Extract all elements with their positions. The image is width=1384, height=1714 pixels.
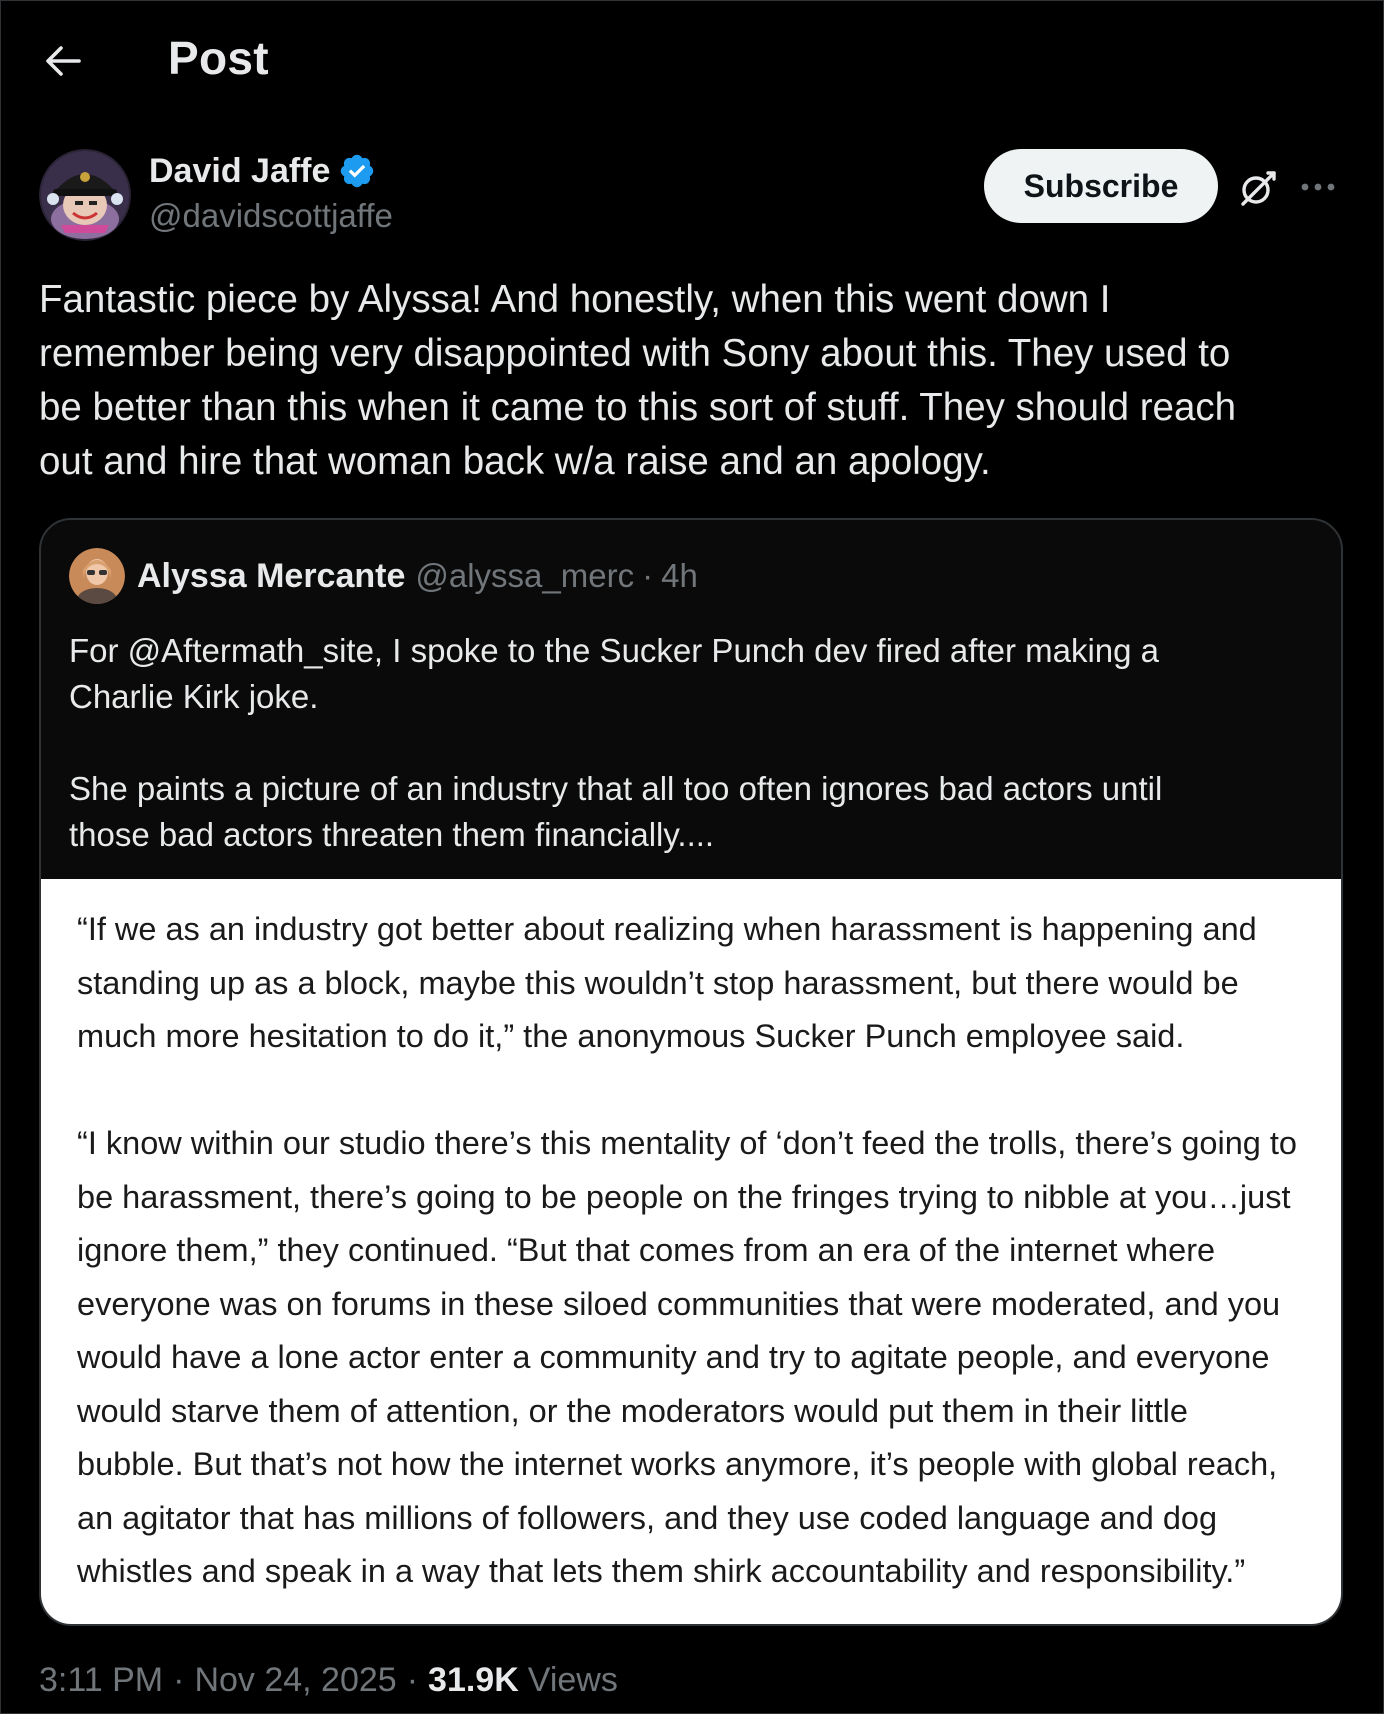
subscribe-button[interactable]: Subscribe [984,149,1218,223]
post-page: Post David Jaffe @davidscottjaffe Subscr… [0,0,1384,1714]
tweet-text: Fantastic piece by Alyssa! And honestly,… [39,278,1237,483]
quoted-separator: · [642,557,654,594]
back-button[interactable] [39,41,87,81]
grok-icon[interactable] [1237,167,1279,209]
author-name[interactable]: David Jaffe [149,152,330,191]
quoted-image-text: “If we as an industry got better about r… [77,911,1298,1589]
quoted-tweet-header: Alyssa Mercante @alyssa_merc · 4h [69,548,698,604]
quoted-tweet[interactable]: Alyssa Mercante @alyssa_merc · 4h For @A… [39,518,1343,1626]
post-meta: 3:11 PM · Nov 24, 2025 · 31.9K Views [39,1661,618,1700]
page-header: Post [1,1,1383,121]
quoted-author-handle: @alyssa_merc [415,557,635,594]
quoted-author-name: Alyssa Mercante [137,556,406,595]
views-count: 31.9K [428,1661,519,1699]
post-date[interactable]: Nov 24, 2025 [194,1661,396,1700]
meta-separator: · [406,1661,419,1699]
verified-badge-icon[interactable] [338,152,376,190]
quoted-author-avatar[interactable] [69,548,125,604]
page-title: Post [168,32,269,84]
quoted-timestamp: 4h [661,557,698,594]
post-time[interactable]: 3:11 PM [39,1661,163,1700]
views-label: Views [527,1661,618,1699]
meta-separator: · [173,1661,185,1699]
quoted-tweet-text: For @Aftermath_site, I spoke to the Suck… [69,632,1163,853]
author-name-row: David Jaffe [149,149,376,193]
back-arrow-icon [46,46,81,76]
more-dots-icon[interactable] [1299,171,1339,203]
quoted-tweet-image[interactable]: “If we as an industry got better about r… [41,879,1341,1624]
author-handle[interactable]: @davidscottjaffe [149,197,393,235]
author-avatar[interactable] [39,149,131,241]
